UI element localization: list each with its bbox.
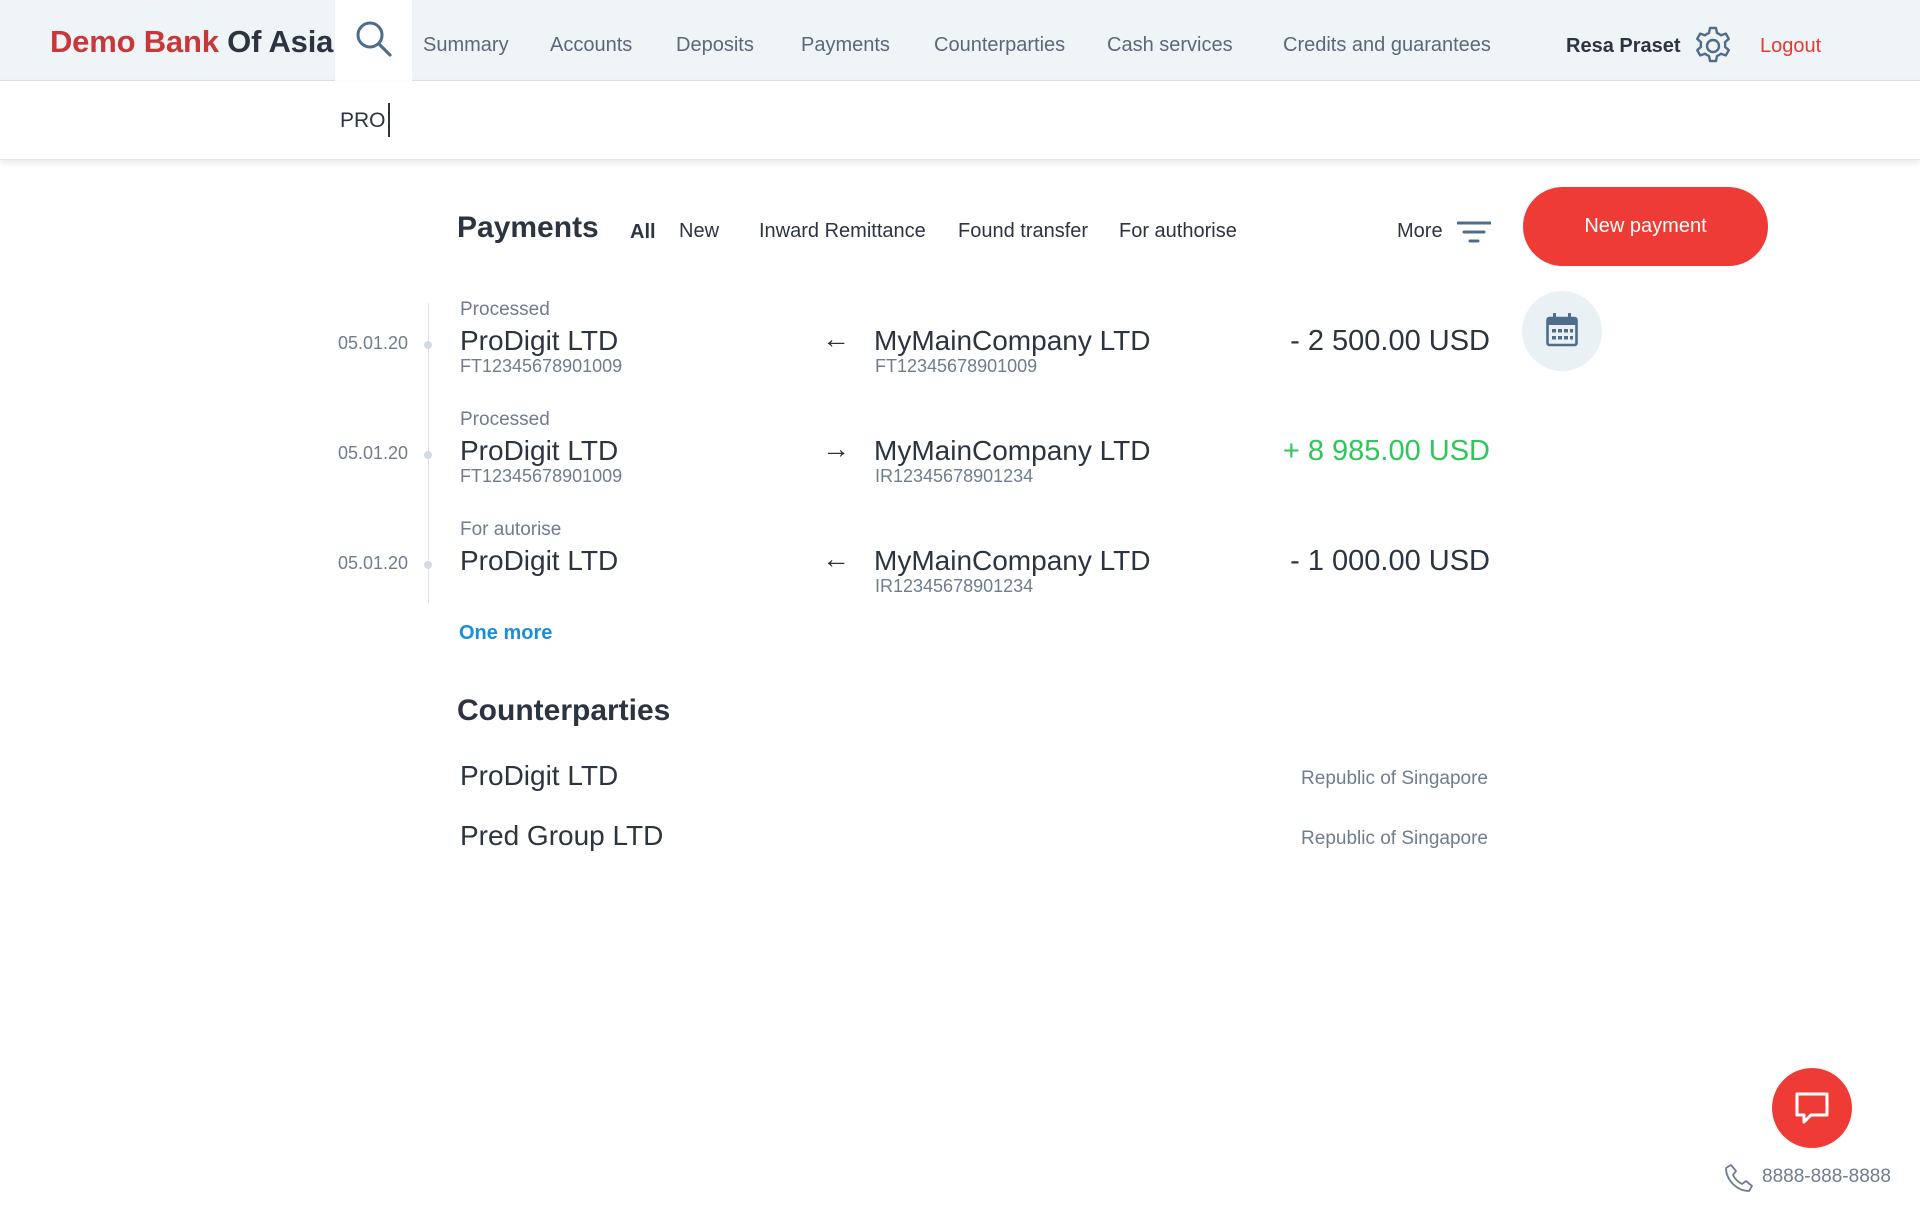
filter-tab-found-transfer[interactable]: Found transfer	[958, 220, 1088, 243]
search-panel	[0, 81, 1920, 160]
top-navigation-bar: Demo Bank Of Asia Summary Accounts Depos…	[0, 0, 1920, 82]
text-caret	[388, 103, 390, 137]
payment-date: 05.01.20	[338, 333, 409, 353]
arrow-left-icon: ←	[822, 543, 850, 574]
new-payment-button[interactable]: New payment	[1523, 187, 1768, 266]
search-toggle-button[interactable]	[335, 0, 412, 82]
payment-receiver: MyMainCompany LTD	[874, 325, 1151, 356]
filter-icon[interactable]	[1457, 220, 1491, 246]
nav-item-credits-and-guarantees[interactable]: Credits and guarantees	[1283, 34, 1491, 57]
logo-text-secondary: Of Asia	[227, 24, 334, 59]
one-more-link[interactable]: One more	[459, 622, 552, 645]
payments-section-title: Payments	[457, 211, 599, 244]
support-phone-number[interactable]: 8888-888-8888	[1762, 1166, 1891, 1188]
nav-item-payments[interactable]: Payments	[801, 34, 890, 57]
payment-sender-ref: FT12345678901009	[460, 356, 623, 376]
payment-sender: ProDigit LTD	[460, 435, 619, 466]
counterparty-row[interactable]: ProDigit LTD Republic of Singapore	[0, 760, 1920, 810]
chat-button[interactable]	[1772, 1068, 1852, 1148]
payment-sender-ref: FT12345678901009	[460, 466, 623, 486]
payment-amount: - 1 000.00 USD	[1290, 545, 1490, 577]
arrow-left-icon: ←	[822, 323, 850, 354]
filter-tab-inward-remittance[interactable]: Inward Remittance	[759, 220, 926, 243]
payment-status: For autorise	[460, 519, 562, 540]
nav-item-accounts[interactable]: Accounts	[550, 34, 632, 57]
nav-item-summary[interactable]: Summary	[423, 34, 509, 57]
user-name[interactable]: Resa Praset	[1566, 35, 1681, 58]
payment-date: 05.01.20	[338, 553, 409, 573]
payment-amount: - 2 500.00 USD	[1290, 325, 1490, 357]
payment-date: 05.01.20	[338, 443, 409, 463]
counterparty-country: Republic of Singapore	[1301, 768, 1488, 789]
bank-logo[interactable]: Demo Bank Of Asia	[50, 24, 333, 60]
more-filters-button[interactable]: More	[1397, 220, 1443, 243]
nav-item-cash-services[interactable]: Cash services	[1107, 34, 1233, 57]
nav-item-counterparties[interactable]: Counterparties	[934, 34, 1065, 57]
payment-amount: + 8 985.00 USD	[1282, 435, 1490, 467]
counterparty-row[interactable]: Pred Group LTD Republic of Singapore	[0, 820, 1920, 870]
payment-receiver-ref: IR12345678901234	[875, 466, 1034, 486]
filter-tab-new[interactable]: New	[679, 220, 719, 243]
gear-icon[interactable]	[1692, 25, 1734, 67]
timeline-dot	[424, 451, 432, 459]
payment-receiver-ref: FT12345678901009	[875, 356, 1038, 376]
filter-tab-for-authorise[interactable]: For authorise	[1119, 220, 1237, 243]
timeline-dot	[424, 341, 432, 349]
payment-receiver-ref: IR12345678901234	[875, 576, 1034, 596]
payment-row[interactable]: 05.01.20 Processed ProDigit LTD FT123456…	[0, 409, 1920, 519]
payment-sender: ProDigit LTD	[460, 545, 619, 576]
payment-receiver: MyMainCompany LTD	[874, 545, 1151, 576]
filter-tab-all[interactable]: All	[630, 221, 656, 244]
search-input[interactable]	[340, 101, 940, 141]
payment-row[interactable]: 05.01.20 For autorise ProDigit LTD ← MyM…	[0, 519, 1920, 629]
counterparty-name: Pred Group LTD	[460, 820, 664, 851]
search-icon	[356, 21, 392, 57]
counterparties-section-title: Counterparties	[457, 694, 671, 727]
payment-row[interactable]: 05.01.20 Processed ProDigit LTD FT123456…	[0, 299, 1920, 409]
logout-link[interactable]: Logout	[1760, 35, 1821, 58]
counterparty-country: Republic of Singapore	[1301, 828, 1488, 849]
nav-item-deposits[interactable]: Deposits	[676, 34, 754, 57]
payment-status: Processed	[460, 299, 550, 320]
payment-receiver: MyMainCompany LTD	[874, 435, 1151, 466]
phone-icon	[1725, 1164, 1753, 1192]
counterparty-name: ProDigit LTD	[460, 760, 619, 791]
chat-icon	[1795, 1092, 1829, 1124]
arrow-right-icon: →	[822, 433, 850, 464]
logo-text-primary: Demo Bank	[50, 24, 219, 59]
payment-status: Processed	[460, 409, 550, 430]
timeline-dot	[424, 561, 432, 569]
payment-sender: ProDigit LTD	[460, 325, 619, 356]
